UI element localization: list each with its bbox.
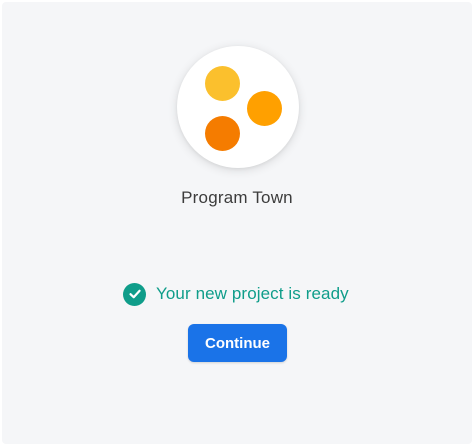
organization-name: Program Town [181, 188, 293, 207]
continue-button[interactable]: Continue [188, 324, 287, 362]
setup-complete-page: Program Town Your new project is ready C… [2, 2, 472, 444]
check-circle-icon [123, 282, 146, 306]
logo-dot-amber [247, 91, 282, 126]
logo-dot-orange [205, 116, 240, 151]
logo-dot-yellow [205, 66, 240, 101]
project-ready-status: Your new project is ready [123, 282, 349, 306]
project-ready-message: Your new project is ready [156, 284, 349, 303]
project-logo [177, 46, 299, 168]
